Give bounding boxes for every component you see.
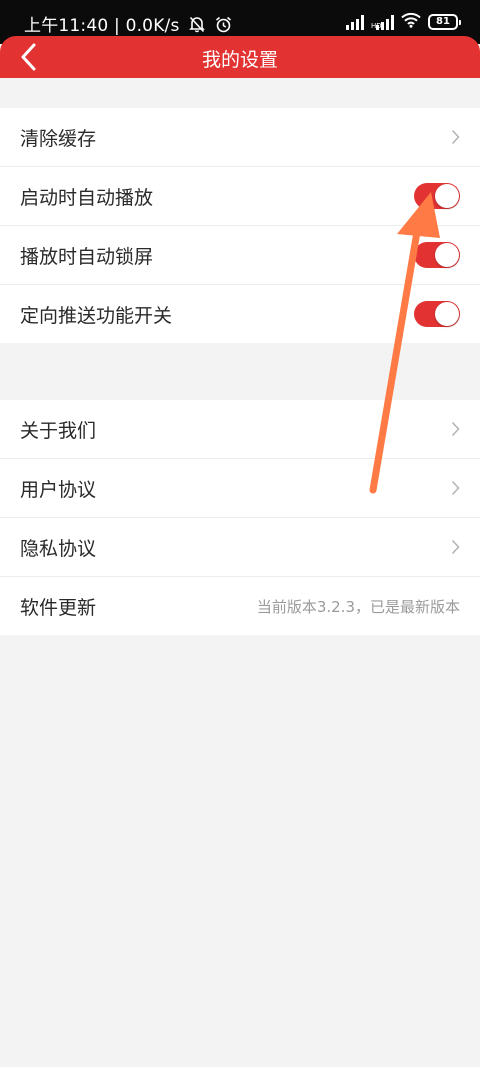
battery-level: 81 bbox=[436, 16, 450, 27]
network-speed: 0.0K/s bbox=[125, 16, 180, 36]
auto-lock-on-play-label: 播放时自动锁屏 bbox=[20, 245, 154, 268]
toggle-knob bbox=[435, 302, 459, 326]
app-bar: 我的设置 bbox=[0, 36, 480, 78]
chevron-right-icon bbox=[451, 421, 460, 437]
targeted-push-toggle[interactable] bbox=[414, 301, 460, 327]
about-us-label: 关于我们 bbox=[20, 419, 97, 442]
status-right: HD 81 bbox=[341, 12, 461, 32]
auto-lock-on-play-toggle[interactable] bbox=[414, 242, 460, 268]
software-update-label: 软件更新 bbox=[20, 596, 97, 619]
toggle-knob bbox=[435, 184, 459, 208]
page-title: 我的设置 bbox=[201, 49, 278, 71]
privacy-agreement-row[interactable]: 隐私协议 bbox=[0, 518, 480, 577]
autoplay-on-start-toggle[interactable] bbox=[414, 183, 460, 209]
settings-group-playback: 清除缓存 启动时自动播放 播放时自动锁屏 定向推送功能开关 bbox=[0, 108, 480, 343]
status-left: 上午11:40 | 0.0K/s bbox=[24, 11, 232, 38]
mute-bell-icon bbox=[189, 16, 206, 38]
chevron-right-icon bbox=[451, 539, 460, 555]
user-agreement-label: 用户协议 bbox=[20, 478, 97, 501]
status-time: 上午11:40 bbox=[24, 16, 109, 36]
signal-hd-icon: HD bbox=[371, 14, 394, 30]
targeted-push-label: 定向推送功能开关 bbox=[20, 304, 173, 327]
clear-cache-label: 清除缓存 bbox=[20, 127, 97, 150]
signal-hd-label: HD bbox=[371, 22, 382, 30]
chevron-right-icon bbox=[451, 480, 460, 496]
chevron-right-icon bbox=[451, 129, 460, 145]
alarm-icon bbox=[215, 16, 232, 38]
targeted-push-row: 定向推送功能开关 bbox=[0, 285, 480, 343]
about-us-row[interactable]: 关于我们 bbox=[0, 400, 480, 459]
version-status-text: 当前版本3.2.3，已是最新版本 bbox=[256, 597, 460, 616]
auto-lock-on-play-row: 播放时自动锁屏 bbox=[0, 226, 480, 285]
autoplay-on-start-row: 启动时自动播放 bbox=[0, 167, 480, 226]
autoplay-on-start-label: 启动时自动播放 bbox=[20, 186, 154, 209]
user-agreement-row[interactable]: 用户协议 bbox=[0, 459, 480, 518]
settings-group-about: 关于我们 用户协议 隐私协议 软件更新 当前版本3.2.3，已是最新版本 bbox=[0, 400, 480, 635]
privacy-agreement-label: 隐私协议 bbox=[20, 537, 97, 560]
status-separator: | bbox=[114, 16, 120, 36]
software-update-row[interactable]: 软件更新 当前版本3.2.3，已是最新版本 bbox=[0, 577, 480, 635]
clear-cache-row[interactable]: 清除缓存 bbox=[0, 108, 480, 167]
battery-icon: 81 bbox=[428, 14, 461, 30]
signal-icon bbox=[341, 14, 364, 30]
toggle-knob bbox=[435, 243, 459, 267]
wifi-icon bbox=[401, 12, 421, 32]
